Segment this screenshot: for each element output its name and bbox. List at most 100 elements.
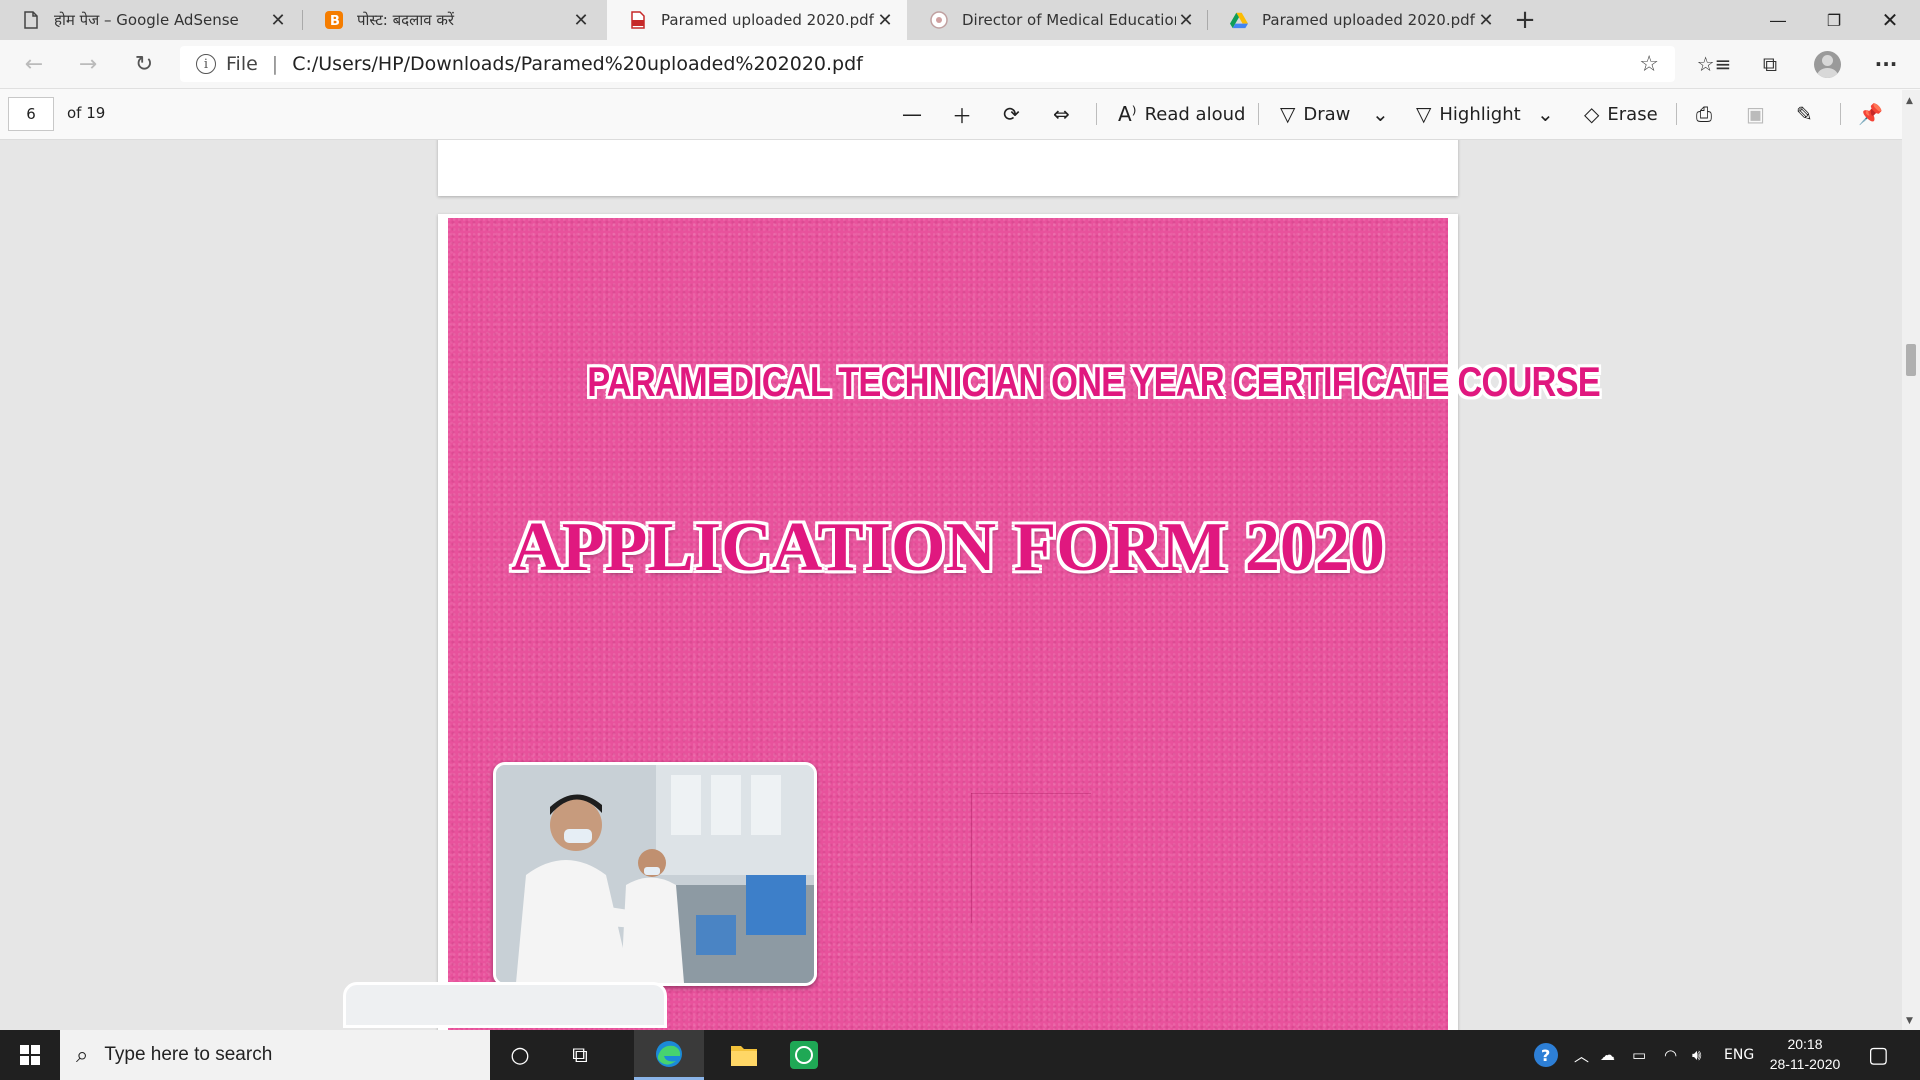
- vertical-scrollbar[interactable]: ▲ ▼: [1902, 90, 1920, 1030]
- tab-director-medical[interactable]: Director of Medical Education, R ✕: [908, 0, 1208, 40]
- edge-icon: [656, 1040, 682, 1067]
- minus-icon: —: [902, 102, 922, 126]
- clock[interactable]: 20:18 28-11-2020: [1760, 1034, 1850, 1074]
- zoom-out-button[interactable]: —: [902, 97, 930, 131]
- taskbar-edge[interactable]: [634, 1030, 704, 1080]
- battery-icon[interactable]: ▭: [1632, 1030, 1646, 1080]
- close-tab-icon[interactable]: ✕: [875, 10, 895, 31]
- language-indicator[interactable]: ENG: [1724, 1030, 1754, 1080]
- tab-pdf-active[interactable]: Paramed uploaded 2020.pdf ✕: [607, 0, 907, 40]
- rotate-button[interactable]: ⟳: [1003, 97, 1028, 131]
- lab-technician-photo: [493, 762, 817, 986]
- close-tab-icon[interactable]: ✕: [1176, 10, 1196, 31]
- eraser-icon: ◇: [1584, 102, 1600, 126]
- wifi-icon[interactable]: ◠: [1664, 1030, 1677, 1080]
- plus-icon: ＋: [952, 103, 972, 128]
- blogger-icon: B: [325, 11, 343, 29]
- pdf-page-previous: [438, 140, 1458, 196]
- search-icon: ⌕: [76, 1042, 89, 1068]
- close-tab-icon[interactable]: ✕: [1476, 10, 1496, 31]
- svg-text:?: ?: [1541, 1046, 1550, 1065]
- cover-background: PARAMEDICAL TECHNICIAN ONE YEAR CERTIFIC…: [448, 218, 1601, 1030]
- draw-icon: ▽: [1280, 102, 1296, 126]
- cortana-button[interactable]: ○: [490, 1030, 550, 1080]
- tab-blogger[interactable]: B पोस्ट: बदलाव करें ✕: [303, 0, 603, 40]
- tab-google-drive[interactable]: Paramed uploaded 2020.pdf - G ✕: [1208, 0, 1508, 40]
- restore-button[interactable]: ❐: [1806, 0, 1862, 40]
- draw-options-dropdown[interactable]: ⌄: [1372, 97, 1397, 131]
- address-bar[interactable]: i File | C:/Users/HP/Downloads/Paramed%2…: [180, 46, 1675, 82]
- application-form-heading: APPLICATION FORM 2020: [511, 509, 1385, 586]
- start-button[interactable]: [0, 1030, 60, 1080]
- more-menu-icon[interactable]: ···: [1870, 50, 1902, 78]
- print-button[interactable]: ⎙: [1696, 97, 1720, 131]
- onedrive-error-icon[interactable]: ☁: [1600, 1030, 1615, 1080]
- minimize-button[interactable]: ―: [1750, 0, 1806, 40]
- tab-title: Paramed uploaded 2020.pdf: [661, 11, 874, 29]
- tab-title: पोस्ट: बदलाव करें: [357, 11, 454, 29]
- folder-icon: [731, 1046, 757, 1066]
- volume-icon[interactable]: 🔊︎: [1692, 1030, 1701, 1080]
- close-tab-icon[interactable]: ✕: [268, 10, 288, 31]
- fit-page-button[interactable]: ⇔: [1053, 97, 1078, 131]
- highlight-options-dropdown[interactable]: ⌄: [1537, 97, 1562, 131]
- rotate-icon: ⟳: [1003, 102, 1020, 126]
- clock-date: 28-11-2020: [1769, 1056, 1841, 1072]
- save-as-button[interactable]: ✎: [1796, 97, 1821, 131]
- google-drive-icon: [1230, 11, 1248, 29]
- profile-avatar[interactable]: [1814, 51, 1841, 78]
- close-tab-icon[interactable]: ✕: [571, 10, 591, 31]
- tab-adsense[interactable]: होम पेज – Google AdSense ✕: [0, 0, 300, 40]
- navigation-bar: ← → ↻ i File | C:/Users/HP/Downloads/Par…: [0, 40, 1920, 89]
- tab-title: Director of Medical Education, R: [962, 11, 1176, 29]
- pdf-icon: [629, 11, 647, 29]
- zoom-in-button[interactable]: ＋: [952, 97, 980, 131]
- print-icon: ⎙: [1696, 102, 1712, 126]
- highlight-button[interactable]: ▽ Highlight: [1416, 97, 1521, 131]
- scheme-label: File: [226, 53, 258, 75]
- windows-logo-icon: [20, 1045, 40, 1065]
- help-icon[interactable]: ?: [1532, 1030, 1560, 1080]
- taskbar-file-explorer[interactable]: [714, 1030, 774, 1080]
- draw-button[interactable]: ▽ Draw: [1280, 97, 1350, 131]
- back-button[interactable]: ←: [16, 48, 52, 80]
- tab-title: होम पेज – Google AdSense: [54, 11, 239, 29]
- favorites-icon[interactable]: ☆≡: [1697, 50, 1732, 78]
- forward-button[interactable]: →: [70, 48, 106, 80]
- close-window-button[interactable]: ✕: [1862, 0, 1918, 40]
- info-icon[interactable]: i: [196, 54, 216, 74]
- second-photo-partial: [343, 982, 667, 1028]
- taskbar-whatsapp[interactable]: [774, 1030, 834, 1080]
- search-placeholder: Type here to search: [104, 1044, 273, 1065]
- tab-strip: होम पेज – Google AdSense ✕ B पोस्ट: बदला…: [0, 0, 1920, 40]
- pdf-toolbar: 6 of 19 — ＋ ⟳ ⇔ A⁾ Read aloud ▽ Draw ⌄ ▽…: [0, 89, 1920, 140]
- save-button[interactable]: ▣: [1746, 97, 1773, 131]
- notifications-icon[interactable]: ▢: [1868, 1030, 1889, 1080]
- highlight-icon: ▽: [1416, 102, 1432, 126]
- collections-icon[interactable]: ⧉: [1754, 50, 1786, 78]
- page-number-input[interactable]: 6: [8, 97, 54, 131]
- save-as-icon: ✎: [1796, 102, 1813, 126]
- whatsapp-icon: [790, 1041, 818, 1069]
- pin-toolbar-button[interactable]: 📌: [1858, 97, 1891, 131]
- url-text[interactable]: C:/Users/HP/Downloads/Paramed%20uploaded…: [292, 53, 863, 75]
- document-icon: [22, 11, 40, 29]
- task-view-button[interactable]: ⧉: [550, 1030, 610, 1080]
- svg-text:B: B: [330, 14, 340, 29]
- taskbar-search-box[interactable]: ⌕ Type here to search: [60, 1030, 490, 1080]
- pdf-page-current: PARAMEDICAL TECHNICIAN ONE YEAR CERTIFIC…: [438, 214, 1601, 1030]
- favorite-star-icon[interactable]: ☆: [1639, 52, 1659, 77]
- site-icon: [930, 11, 948, 29]
- scroll-down-icon[interactable]: ▼: [1906, 1016, 1913, 1026]
- task-view-icon: ⧉: [572, 1042, 588, 1068]
- scroll-thumb[interactable]: [1906, 344, 1916, 376]
- erase-button[interactable]: ◇ Erase: [1584, 97, 1658, 131]
- show-hidden-icons-icon[interactable]: ︿: [1574, 1030, 1589, 1080]
- refresh-button[interactable]: ↻: [126, 48, 162, 80]
- clock-time: 20:18: [1787, 1036, 1823, 1052]
- new-tab-button[interactable]: +: [1510, 0, 1540, 40]
- read-aloud-button[interactable]: A⁾ Read aloud: [1118, 97, 1245, 131]
- fit-width-icon: ⇔: [1053, 102, 1070, 126]
- scroll-up-icon[interactable]: ▲: [1906, 96, 1913, 106]
- pdf-viewport[interactable]: PARAMEDICAL TECHNICIAN ONE YEAR CERTIFIC…: [0, 140, 1920, 1030]
